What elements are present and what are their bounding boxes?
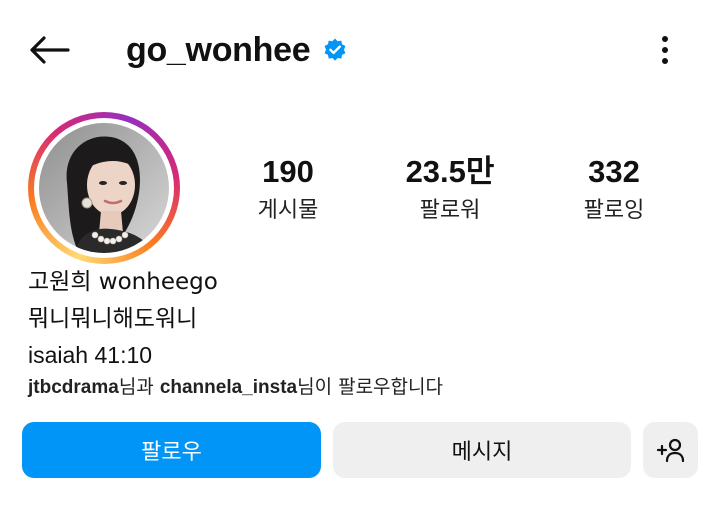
back-button[interactable]	[26, 30, 72, 70]
followers-label: 팔로워	[419, 198, 481, 223]
bio-line: 뭐니뭐니해도워니	[28, 306, 198, 332]
more-vertical-icon	[662, 36, 668, 64]
stat-following[interactable]: 332 팔로잉	[534, 154, 694, 224]
profile-username-header: go_wonhee	[126, 28, 348, 72]
following-label: 팔로잉	[583, 198, 645, 223]
username: go_wonhee	[126, 30, 311, 69]
follow-button[interactable]: 팔로우	[22, 422, 321, 478]
top-bar: go_wonhee	[0, 0, 720, 100]
profile-display-name: 고원희 wonheego	[28, 269, 218, 295]
message-button[interactable]: 메시지	[333, 422, 631, 478]
followed-by-joiner: 님과	[118, 376, 160, 398]
posts-count: 190	[262, 154, 314, 189]
stat-followers[interactable]: 23.5만 팔로워	[370, 154, 530, 224]
followed-by-suffix: 님이 팔로우합니다	[297, 376, 443, 398]
verified-badge-icon	[322, 37, 348, 63]
follower-user-link[interactable]: jtbcdrama	[28, 377, 119, 398]
add-user-button[interactable]	[643, 422, 698, 478]
profile-avatar[interactable]	[28, 112, 180, 264]
posts-label: 게시물	[257, 198, 319, 223]
follower-user-link[interactable]: channela_insta	[160, 377, 297, 398]
bio-line: isaiah 41:10	[28, 342, 153, 368]
avatar-image	[39, 123, 169, 253]
followers-count: 23.5만	[405, 154, 495, 189]
arrow-left-icon	[30, 36, 70, 64]
stat-posts[interactable]: 190 게시물	[208, 154, 368, 224]
add-person-icon	[656, 438, 684, 463]
followed-by-text[interactable]: jtbcdrama님과 channela_insta님이 팔로우합니다	[28, 373, 688, 402]
following-count: 332	[588, 154, 640, 189]
more-options-button[interactable]	[648, 28, 682, 72]
